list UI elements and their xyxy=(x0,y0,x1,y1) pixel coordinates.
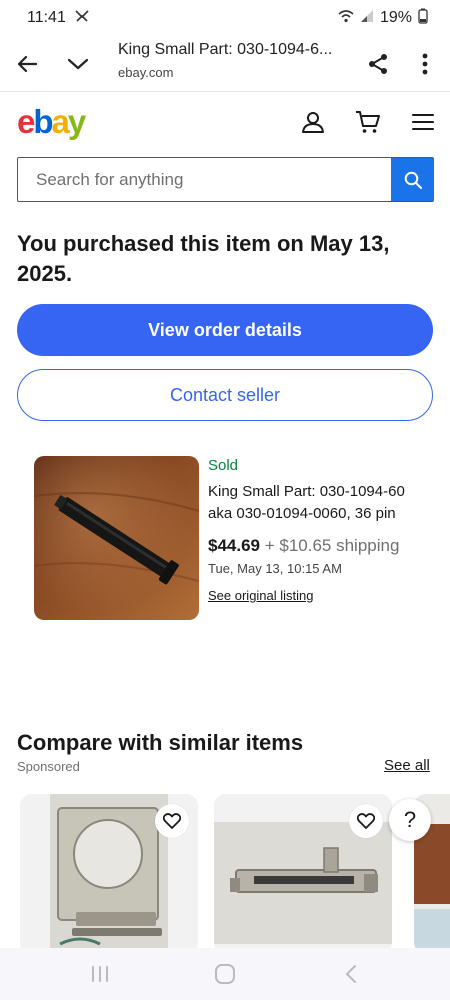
item-details: Sold King Small Part: 030-1094-60 aka 03… xyxy=(208,457,428,605)
more-vertical-icon xyxy=(422,53,428,75)
more-options-button[interactable] xyxy=(405,44,445,84)
battery-text: 19% xyxy=(379,9,412,26)
status-bar: 11:41 19% xyxy=(0,0,450,36)
system-back-button[interactable] xyxy=(338,962,364,986)
battery-icon xyxy=(418,8,428,29)
home-icon xyxy=(215,964,235,984)
account-button[interactable] xyxy=(298,107,328,137)
view-order-details-button[interactable]: View order details xyxy=(17,304,433,356)
heart-icon xyxy=(163,813,181,829)
wifi-icon xyxy=(338,9,354,28)
user-icon xyxy=(302,112,324,133)
recent-apps-button[interactable] xyxy=(87,962,113,986)
url-domain: ebay.com xyxy=(118,65,174,80)
site-header: ebay xyxy=(0,93,450,151)
shipping-cost: + $10.65 shipping xyxy=(264,536,400,555)
see-all-link[interactable]: See all xyxy=(384,757,430,774)
system-nav-bar xyxy=(0,948,450,1000)
menu-button[interactable] xyxy=(408,107,438,137)
contact-seller-button[interactable]: Contact seller xyxy=(17,369,433,421)
share-button[interactable] xyxy=(358,44,398,84)
home-button[interactable] xyxy=(212,962,238,986)
compare-heading: Compare with similar items xyxy=(17,730,304,755)
recent-apps-icon xyxy=(92,966,108,982)
watch-button-1[interactable] xyxy=(155,804,189,838)
heart-icon xyxy=(357,813,375,829)
item-price: $44.69 xyxy=(208,536,260,555)
sponsored-label: Sponsored xyxy=(17,759,80,774)
hamburger-menu-icon xyxy=(412,114,434,130)
back-button[interactable] xyxy=(7,44,47,84)
clock: 11:41 xyxy=(27,9,66,26)
see-original-listing-link[interactable]: See original listing xyxy=(208,588,314,603)
back-arrow-icon xyxy=(17,55,38,73)
help-button[interactable]: ? xyxy=(389,799,431,841)
watch-button-2[interactable] xyxy=(349,804,383,838)
search-bar xyxy=(17,157,434,202)
similar-item-card-2[interactable] xyxy=(214,794,392,954)
item-image[interactable] xyxy=(34,456,199,620)
search-button[interactable] xyxy=(391,158,434,201)
cart-icon xyxy=(356,111,380,133)
cart-button[interactable] xyxy=(353,107,383,137)
address-bar[interactable]: King Small Part: 030-1094-6... ebay.com xyxy=(118,41,358,80)
notification-icon xyxy=(74,9,90,28)
similar-item-card-1[interactable] xyxy=(20,794,198,954)
page-title: King Small Part: 030-1094-6... xyxy=(118,41,333,58)
search-input[interactable] xyxy=(18,158,391,201)
browser-toolbar: King Small Part: 030-1094-6... ebay.com xyxy=(0,36,450,92)
signal-icon xyxy=(360,9,374,28)
purchase-heading: You purchased this item on May 13, 2025. xyxy=(17,231,390,286)
sold-status: Sold xyxy=(208,457,239,474)
purchase-date: Tue, May 13, 10:15 AM xyxy=(208,561,342,576)
price-line: $44.69 + $10.65 shipping xyxy=(208,533,428,558)
ebay-logo[interactable]: ebay xyxy=(17,103,86,141)
tab-expand-button[interactable] xyxy=(58,44,98,84)
item-title[interactable]: King Small Part: 030-1094-60 aka 030-010… xyxy=(208,481,428,525)
chevron-left-icon xyxy=(346,965,356,983)
chevron-down-icon xyxy=(67,58,89,70)
search-icon xyxy=(404,171,422,189)
share-icon xyxy=(369,54,387,74)
